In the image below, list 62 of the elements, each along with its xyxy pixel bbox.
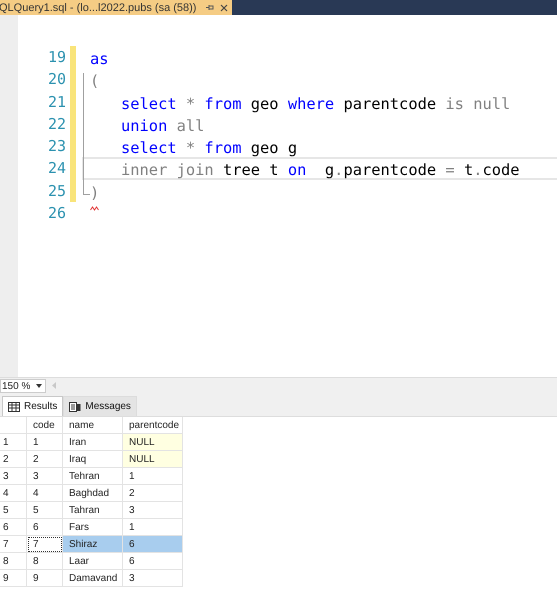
row-number[interactable]: 7 <box>0 536 27 553</box>
null-cell: NULL <box>123 451 183 468</box>
code-line: select * from geo g <box>120 138 298 158</box>
table-cell: Fars <box>63 519 123 536</box>
table-cell: Iran <box>63 434 123 451</box>
row-number[interactable]: 5 <box>0 502 27 519</box>
code-line: as <box>89 49 110 68</box>
line-number: 20 <box>48 69 67 90</box>
zoom-dropdown[interactable]: 150 % <box>0 379 46 393</box>
row-number[interactable]: 3 <box>0 468 27 485</box>
table-cell: 3 <box>123 502 183 519</box>
dropdown-arrow-icon <box>36 384 42 388</box>
code-line: select * from geo where parentcode is null <box>120 94 512 113</box>
pin-icon[interactable] <box>205 3 214 12</box>
line-number: 26 <box>48 203 67 224</box>
column-header[interactable]: name <box>63 417 123 434</box>
close-icon[interactable] <box>220 4 228 12</box>
row-number[interactable]: 2 <box>0 451 27 468</box>
column-header[interactable]: code <box>27 417 63 434</box>
results-tab[interactable]: Results <box>2 396 64 416</box>
line-number: 19 <box>48 47 67 68</box>
table-cell: 6 <box>123 536 183 553</box>
table-cell: 6 <box>123 553 183 570</box>
code-line: union all <box>120 116 206 136</box>
column-header[interactable]: parentcode <box>123 417 183 434</box>
table-cell: 2 <box>27 451 63 468</box>
table-cell: Tahran <box>63 502 123 519</box>
row-number[interactable]: 6 <box>0 519 27 536</box>
table-cell: 1 <box>123 468 183 485</box>
table-cell: Damavand <box>63 570 123 587</box>
line-number: 23 <box>48 136 67 158</box>
table-cell: 1 <box>123 519 183 536</box>
row-number[interactable]: 8 <box>0 553 27 570</box>
line-number: 22 <box>48 114 67 135</box>
table-cell: Laar <box>63 553 123 570</box>
line-number: 21 <box>48 92 67 113</box>
table-cell: 7 <box>27 536 63 553</box>
row-number[interactable]: 1 <box>0 434 27 451</box>
table-cell: 3 <box>27 468 63 485</box>
line-number: 24 <box>48 158 67 180</box>
message-icon <box>69 402 82 412</box>
table-cell: Shiraz <box>63 536 123 553</box>
table-cell: 9 <box>27 570 63 587</box>
table-cell: 3 <box>123 570 183 587</box>
table-cell: 2 <box>123 485 183 502</box>
table-cell: 1 <box>27 434 63 451</box>
table-cell: 8 <box>27 553 63 570</box>
table-cell: 4 <box>27 485 63 502</box>
table-cell: Iraq <box>63 451 123 468</box>
current-code-line: inner join tree t on g.parentcode = t.code <box>82 157 557 180</box>
null-cell: NULL <box>123 434 183 451</box>
table-cell: Tehran <box>63 468 123 485</box>
line-number: 25 <box>48 180 67 202</box>
results-tab[interactable]: Messages <box>63 396 137 416</box>
grid-icon <box>8 402 20 412</box>
row-number[interactable]: 4 <box>0 485 27 502</box>
table-cell: Baghdad <box>63 485 123 502</box>
table-cell: 6 <box>27 519 63 536</box>
code-line: ( <box>89 71 100 91</box>
code-line: ) <box>89 182 100 202</box>
row-number[interactable]: 9 <box>0 570 27 587</box>
table-cell: 5 <box>27 502 63 519</box>
